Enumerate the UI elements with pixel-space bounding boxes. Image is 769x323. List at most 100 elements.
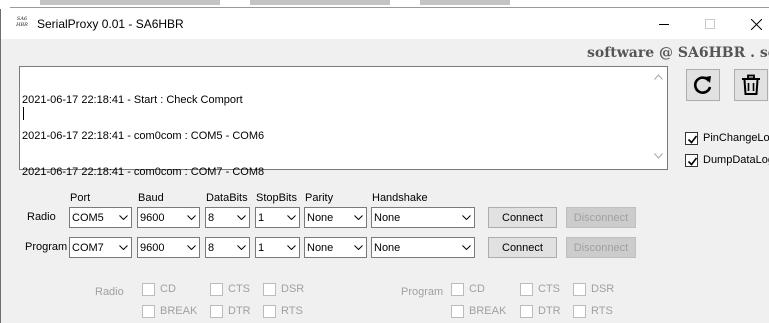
chevron-down-icon bbox=[234, 238, 249, 257]
program-rts-signal: RTS bbox=[573, 303, 613, 319]
pin-change-log-label: PinChangeLog bbox=[703, 132, 769, 144]
program-dtr-label: DTR bbox=[538, 305, 561, 317]
program-break-signal: BREAK bbox=[451, 303, 506, 319]
radio-stopbits-value: 1 bbox=[258, 211, 265, 224]
radio-cts-signal: CTS bbox=[210, 281, 250, 297]
strip-fragment bbox=[420, 0, 510, 5]
app-logo-icon: SA6 HBR bbox=[13, 16, 31, 32]
refresh-button[interactable] bbox=[686, 69, 720, 101]
chevron-down-icon bbox=[234, 208, 249, 227]
chevron-down-icon bbox=[351, 208, 366, 227]
radio-dtr-signal: DTR bbox=[210, 303, 251, 319]
radio-handshake-value: None bbox=[374, 211, 401, 224]
pin-change-log-checkbox[interactable] bbox=[685, 131, 698, 145]
log-scrollbar[interactable] bbox=[650, 67, 667, 169]
radio-dsr-label: DSR bbox=[281, 283, 305, 295]
radio-handshake-select[interactable]: None bbox=[371, 207, 475, 228]
program-parity-select[interactable]: None bbox=[304, 237, 367, 258]
radio-cd-label: CD bbox=[160, 283, 176, 295]
dump-data-log-option[interactable]: DumpDataLog bbox=[685, 152, 769, 168]
clear-log-button[interactable] bbox=[734, 69, 768, 101]
text-caret bbox=[23, 107, 24, 120]
program-cts-checkbox bbox=[520, 282, 533, 296]
program-disconnect-button[interactable]: Disconnect bbox=[566, 237, 636, 258]
program-signals-label: Program bbox=[401, 286, 444, 298]
log-line: 2021-06-17 22:18:41 - com0com : COM7 - C… bbox=[22, 166, 265, 178]
radio-dsr-signal: DSR bbox=[263, 281, 304, 297]
program-parity-value: None bbox=[307, 241, 334, 254]
screen: SA6 HBR SerialProxy 0.01 - SA6HBR softwa… bbox=[0, 0, 769, 323]
radio-parity-value: None bbox=[307, 211, 334, 224]
radio-connect-button[interactable]: Connect bbox=[488, 207, 557, 228]
program-break-checkbox bbox=[451, 304, 464, 318]
program-dtr-checkbox bbox=[520, 304, 533, 318]
radio-rts-label: RTS bbox=[281, 305, 303, 317]
chevron-down-icon bbox=[351, 238, 366, 257]
radio-disconnect-button[interactable]: Disconnect bbox=[566, 207, 636, 228]
minimize-button[interactable] bbox=[641, 9, 687, 39]
program-cd-signal: CD bbox=[451, 281, 485, 297]
maximize-button[interactable] bbox=[687, 9, 733, 39]
close-button[interactable] bbox=[733, 9, 769, 39]
maximize-icon bbox=[705, 19, 715, 29]
chevron-down-icon bbox=[184, 238, 199, 257]
program-handshake-select[interactable]: None bbox=[371, 237, 475, 258]
program-cd-checkbox bbox=[451, 282, 464, 296]
program-row-label: Program bbox=[25, 241, 68, 253]
background-strip bbox=[0, 0, 769, 9]
program-stopbits-select[interactable]: 1 bbox=[255, 237, 300, 258]
radio-break-label: BREAK bbox=[160, 305, 198, 317]
radio-break-signal: BREAK bbox=[142, 303, 197, 319]
dump-data-log-checkbox[interactable] bbox=[685, 153, 698, 167]
log-lines: 2021-06-17 22:18:41 - Start : Check Comp… bbox=[22, 70, 642, 202]
title-bar[interactable]: SA6 HBR SerialProxy 0.01 - SA6HBR bbox=[1, 9, 769, 39]
strip-divider bbox=[10, 7, 769, 8]
handshake-column-header: Handshake bbox=[372, 192, 428, 204]
radio-baud-value: 9600 bbox=[140, 211, 165, 224]
program-break-label: BREAK bbox=[469, 305, 507, 317]
program-rts-label: RTS bbox=[591, 305, 613, 317]
program-dsr-checkbox bbox=[573, 282, 586, 296]
log-line: 2021-06-17 22:18:41 - Start : Check Comp… bbox=[22, 94, 243, 106]
program-baud-select[interactable]: 9600 bbox=[137, 237, 200, 258]
program-cts-signal: CTS bbox=[520, 281, 560, 297]
radio-parity-select[interactable]: None bbox=[304, 207, 367, 228]
program-connect-button[interactable]: Connect bbox=[488, 237, 557, 258]
strip-fragment bbox=[40, 0, 220, 5]
databits-column-header: DataBits bbox=[206, 192, 248, 204]
program-port-select[interactable]: COM7 bbox=[69, 237, 132, 258]
radio-cd-signal: CD bbox=[142, 281, 176, 297]
radio-signals-label: Radio bbox=[95, 286, 124, 298]
program-port-value: COM7 bbox=[72, 241, 104, 254]
program-databits-select[interactable]: 8 bbox=[205, 237, 250, 258]
radio-port-select[interactable]: COM5 bbox=[69, 207, 132, 228]
pin-change-log-option[interactable]: PinChangeLog bbox=[685, 130, 769, 146]
log-textbox[interactable]: 2021-06-17 22:18:41 - Start : Check Comp… bbox=[19, 66, 668, 178]
radio-port-value: COM5 bbox=[72, 211, 104, 224]
radio-break-checkbox bbox=[142, 304, 155, 318]
chevron-down-icon bbox=[459, 238, 474, 257]
radio-dtr-checkbox bbox=[210, 304, 223, 318]
stopbits-column-header: StopBits bbox=[256, 192, 297, 204]
chevron-down-icon bbox=[116, 208, 131, 227]
radio-databits-select[interactable]: 8 bbox=[205, 207, 250, 228]
window-title: SerialProxy 0.01 - SA6HBR bbox=[37, 17, 184, 31]
chevron-down-icon bbox=[459, 208, 474, 227]
check-icon bbox=[687, 135, 698, 144]
check-icon bbox=[687, 157, 698, 166]
program-dsr-signal: DSR bbox=[573, 281, 614, 297]
parity-column-header: Parity bbox=[305, 192, 334, 204]
program-databits-value: 8 bbox=[208, 241, 215, 254]
program-dtr-signal: DTR bbox=[520, 303, 561, 319]
chevron-down-icon bbox=[284, 238, 299, 257]
chevron-down-icon bbox=[116, 238, 131, 257]
program-dsr-label: DSR bbox=[591, 283, 615, 295]
minimize-icon bbox=[659, 24, 669, 25]
scroll-down-icon[interactable] bbox=[654, 153, 663, 159]
radio-rts-checkbox bbox=[263, 304, 276, 318]
port-column-header: Port bbox=[70, 192, 91, 204]
scroll-up-icon[interactable] bbox=[654, 74, 663, 80]
radio-baud-select[interactable]: 9600 bbox=[137, 207, 200, 228]
program-cts-label: CTS bbox=[538, 283, 560, 295]
radio-stopbits-select[interactable]: 1 bbox=[255, 207, 300, 228]
